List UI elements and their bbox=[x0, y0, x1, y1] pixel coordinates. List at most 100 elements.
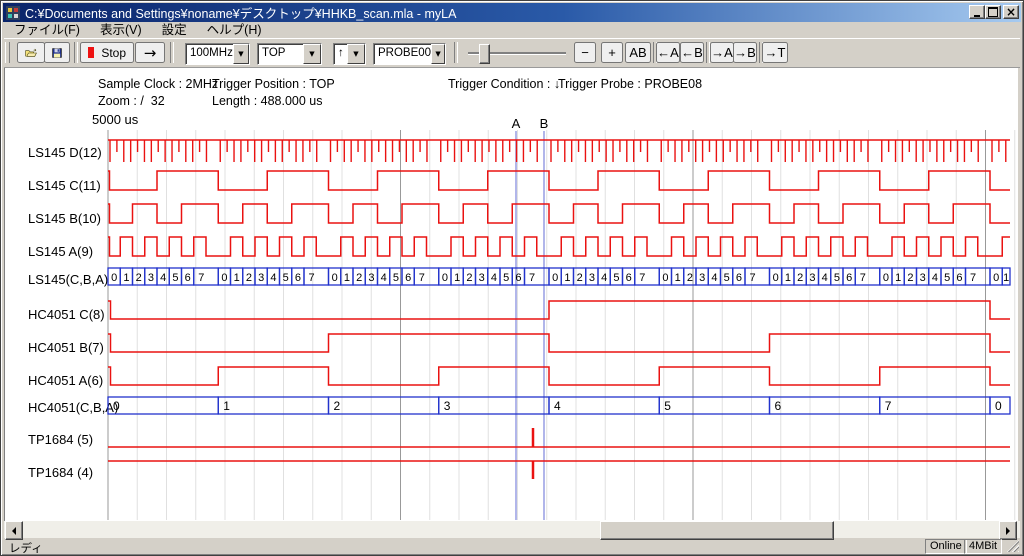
chevron-down-icon[interactable]: ▼ bbox=[347, 44, 365, 64]
trigger-condition-info: Trigger Condition : ↓ bbox=[448, 77, 560, 91]
signal-trace bbox=[108, 171, 1010, 190]
signal-row-3: LS145 A(9) bbox=[28, 237, 1010, 259]
scroll-left-button[interactable] bbox=[5, 521, 23, 540]
bus-value: 5 bbox=[172, 272, 178, 284]
menu-file[interactable]: ファイル(F) bbox=[4, 23, 90, 38]
signal-label[interactable]: TP1684 (5) bbox=[28, 432, 93, 447]
zoom-out-button[interactable]: − bbox=[574, 42, 596, 63]
open-button[interactable] bbox=[17, 42, 45, 63]
trigger-probe-combobox[interactable]: PROBE00 ▼ bbox=[373, 43, 446, 65]
stop-button[interactable]: Stop bbox=[80, 42, 134, 63]
bus-value: 1 bbox=[234, 272, 240, 284]
bus-cell bbox=[770, 397, 880, 414]
bus-value: 6 bbox=[515, 272, 521, 284]
bus-value: 2 bbox=[466, 272, 472, 284]
signal-label[interactable]: TP1684 (4) bbox=[28, 465, 93, 480]
bus-value: 2 bbox=[907, 272, 913, 284]
horizontal-scrollbar[interactable] bbox=[4, 521, 1020, 538]
bus-value: 7 bbox=[198, 272, 204, 284]
scrollbar-thumb[interactable] bbox=[600, 521, 834, 540]
sample-clock-combobox[interactable]: 100MHz ▼ bbox=[185, 43, 250, 65]
trigger-probe-info: Trigger Probe : PROBE08 bbox=[558, 77, 702, 91]
trigger-edge-combobox[interactable]: ↑ ▼ bbox=[333, 43, 366, 65]
toolbar-grip bbox=[5, 42, 10, 63]
title-bar[interactable]: C:¥Documents and Settings¥noname¥デスクトップ¥… bbox=[3, 3, 1021, 22]
bus-value: 6 bbox=[626, 272, 632, 284]
bus-value: 1 bbox=[454, 272, 460, 284]
marker-b-label[interactable]: B bbox=[540, 116, 549, 131]
bus-value: 1 bbox=[564, 272, 570, 284]
floppy-disk-icon bbox=[52, 45, 62, 61]
bus-value: 3 bbox=[479, 272, 485, 284]
bus-value: 3 bbox=[920, 272, 926, 284]
chevron-down-icon[interactable]: ▼ bbox=[233, 44, 249, 64]
goto-marker-a-button[interactable]: ←A bbox=[656, 42, 680, 63]
menu-help[interactable]: ヘルプ(H) bbox=[197, 23, 272, 38]
bus-value: 5 bbox=[664, 399, 671, 413]
bus-value: 5 bbox=[613, 272, 619, 284]
set-marker-a-button[interactable]: →A bbox=[710, 42, 734, 63]
menu-bar: ファイル(F) 表示(V) 設定 ヘルプ(H) bbox=[4, 23, 272, 38]
signal-label[interactable]: HC4051 A(6) bbox=[28, 373, 103, 388]
bus-value: 4 bbox=[711, 272, 717, 284]
signal-label[interactable]: HC4051 C(8) bbox=[28, 307, 105, 322]
bus-cell bbox=[880, 397, 990, 414]
app-icon[interactable] bbox=[6, 6, 20, 20]
save-button[interactable] bbox=[44, 42, 70, 63]
bus-value: 7 bbox=[750, 272, 756, 284]
bus-value: 4 bbox=[601, 272, 607, 284]
trigger-edge-value: ↑ bbox=[334, 44, 347, 64]
signal-label[interactable]: LS145 A(9) bbox=[28, 244, 93, 259]
maximize-button[interactable] bbox=[985, 5, 1001, 19]
status-online-badge: Online bbox=[925, 539, 967, 554]
zoom-ab-button[interactable]: AB bbox=[625, 42, 651, 63]
toolbar: Stop → 100MHz ▼ TOP ▼ ↑ ▼ PROBE00 ▼ − + … bbox=[4, 38, 1020, 68]
goto-trigger-button[interactable]: →T bbox=[762, 42, 788, 63]
waveform-display[interactable]: 5000 usABLS145 D(12)LS145 C(11)LS145 B(1… bbox=[5, 68, 1017, 520]
close-button[interactable]: × bbox=[1003, 5, 1019, 19]
chevron-down-icon[interactable]: ▼ bbox=[431, 44, 445, 64]
status-ready-text: レディ bbox=[9, 540, 43, 556]
bus-value: 3 bbox=[368, 272, 374, 284]
bus-value: 1 bbox=[344, 272, 350, 284]
zoom-in-button[interactable]: + bbox=[601, 42, 623, 63]
resize-grip[interactable] bbox=[1007, 540, 1019, 552]
signal-label[interactable]: HC4051 B(7) bbox=[28, 340, 104, 355]
signal-label[interactable]: LS145 B(10) bbox=[28, 211, 101, 226]
zoom-slider-thumb[interactable] bbox=[479, 44, 490, 64]
menu-view[interactable]: 表示(V) bbox=[90, 23, 152, 38]
signal-row-4: LS145(C,B,A)0123456701234567012345670123… bbox=[28, 268, 1010, 287]
trigger-probe-value: PROBE00 bbox=[374, 44, 431, 64]
signal-label[interactable]: LS145 C(11) bbox=[28, 178, 101, 193]
menu-settings[interactable]: 設定 bbox=[152, 23, 197, 38]
bus-value: 3 bbox=[148, 272, 154, 284]
status-memory-badge: 4MBit bbox=[964, 539, 1002, 554]
bus-cell bbox=[218, 397, 328, 414]
set-marker-b-button[interactable]: →B bbox=[733, 42, 757, 63]
signal-label[interactable]: LS145(C,B,A) bbox=[28, 272, 108, 287]
minimize-button[interactable] bbox=[969, 5, 985, 19]
bus-value: 2 bbox=[136, 272, 142, 284]
bus-value: 5 bbox=[944, 272, 950, 284]
bus-cell bbox=[439, 397, 549, 414]
bus-value: 6 bbox=[956, 272, 962, 284]
trigger-position-combobox[interactable]: TOP ▼ bbox=[257, 43, 322, 65]
goto-marker-b-button[interactable]: ←B bbox=[680, 42, 704, 63]
chevron-down-icon[interactable]: ▼ bbox=[303, 44, 321, 64]
triangle-left-icon bbox=[8, 527, 16, 535]
signal-label[interactable]: LS145 D(12) bbox=[28, 145, 102, 160]
run-button[interactable]: → bbox=[135, 42, 165, 63]
scroll-right-button[interactable] bbox=[999, 521, 1017, 540]
bus-value: 7 bbox=[529, 272, 535, 284]
bus-value: 0 bbox=[221, 272, 227, 284]
signal-label[interactable]: HC4051(C,B,A) bbox=[28, 400, 118, 415]
bus-value: 6 bbox=[736, 272, 742, 284]
marker-a-label[interactable]: A bbox=[512, 116, 521, 131]
minimize-icon bbox=[974, 15, 980, 17]
toolbar-separator bbox=[454, 42, 458, 63]
open-folder-icon bbox=[25, 45, 37, 61]
bus-value: 7 bbox=[860, 272, 866, 284]
bus-value: 4 bbox=[932, 272, 938, 284]
signal-row-6: HC4051 B(7) bbox=[28, 334, 1010, 355]
bus-value: 2 bbox=[797, 272, 803, 284]
